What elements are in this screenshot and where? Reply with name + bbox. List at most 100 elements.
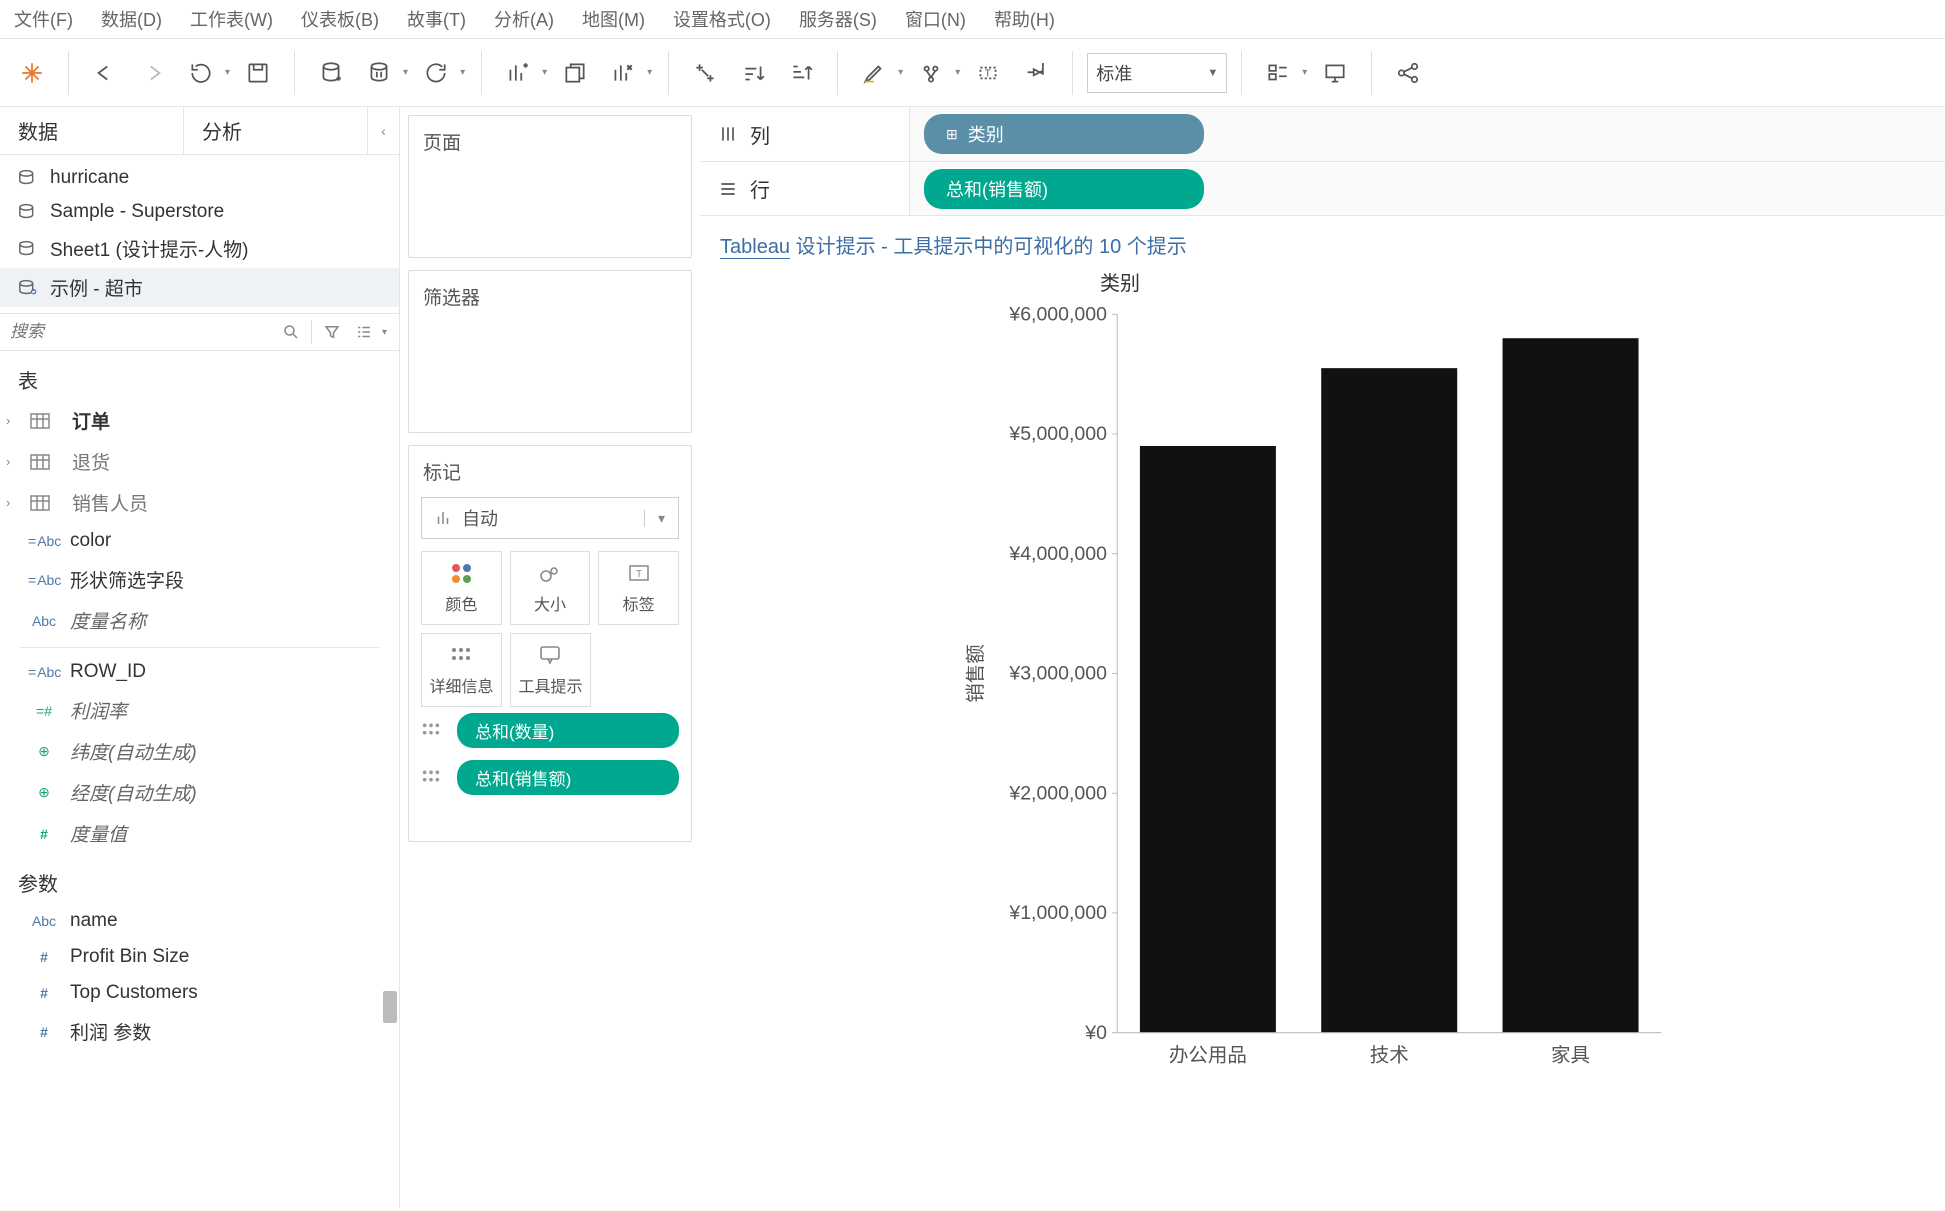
expand-icon[interactable]: › <box>6 454 20 469</box>
table-row[interactable]: ›订单 <box>0 400 399 441</box>
show-cards-button[interactable] <box>1256 51 1300 95</box>
detail-icon[interactable] <box>421 769 449 786</box>
share-button[interactable] <box>1386 51 1430 95</box>
tab-data[interactable]: 数据 <box>0 107 183 154</box>
redo-button[interactable] <box>131 51 175 95</box>
revert-button[interactable] <box>179 51 223 95</box>
rows-shelf[interactable]: 行 总和(销售额) <box>700 161 1945 215</box>
marks-pill-sales[interactable]: 总和(销售额) <box>457 760 679 795</box>
menu-server[interactable]: 服务器(S) <box>799 6 877 32</box>
dropdown-caret-icon[interactable]: ▾ <box>647 67 652 78</box>
svg-text:T: T <box>985 68 991 79</box>
menu-story[interactable]: 故事(T) <box>407 6 466 32</box>
dropdown-caret-icon[interactable]: ▾ <box>542 67 547 78</box>
table-row[interactable]: ›销售人员 <box>0 482 399 523</box>
refresh-button[interactable] <box>414 51 458 95</box>
marks-detail-button[interactable]: 详细信息 <box>421 633 502 707</box>
dropdown-caret-icon[interactable]: ▾ <box>225 67 230 78</box>
scrollbar-thumb[interactable] <box>383 991 397 1023</box>
field-row[interactable]: Abc度量名称 <box>0 600 399 641</box>
dropdown-caret-icon[interactable]: ▾ <box>955 67 960 78</box>
color-dots-icon <box>452 561 471 585</box>
mark-type-dropdown[interactable]: 自动 ▾ <box>421 497 679 539</box>
field-row[interactable]: ⊕经度(自动生成) <box>0 772 399 813</box>
undo-button[interactable] <box>83 51 127 95</box>
new-worksheet-button[interactable] <box>496 51 540 95</box>
new-datasource-button[interactable] <box>309 51 353 95</box>
menu-analysis[interactable]: 分析(A) <box>494 6 554 32</box>
menu-map[interactable]: 地图(M) <box>582 6 645 32</box>
label-icon: T <box>628 561 650 585</box>
mark-type-label: 自动 <box>462 505 498 531</box>
field-row[interactable]: #度量值 <box>0 813 399 854</box>
marks-pill-quantity[interactable]: 总和(数量) <box>457 713 679 748</box>
rows-icon <box>718 179 738 199</box>
tab-analysis[interactable]: 分析 <box>183 107 367 154</box>
datasource-item[interactable]: Sheet1 (设计提示-人物) <box>0 229 399 268</box>
duplicate-sheet-button[interactable] <box>553 51 597 95</box>
dropdown-caret-icon[interactable]: ▾ <box>898 67 903 78</box>
marks-color-button[interactable]: 颜色 <box>421 551 502 625</box>
save-button[interactable] <box>236 51 280 95</box>
marks-tooltip-button[interactable]: 工具提示 <box>510 633 591 707</box>
dropdown-caret-icon[interactable]: ▾ <box>403 67 408 78</box>
pages-card[interactable]: 页面 <box>408 115 692 258</box>
tableau-logo-icon[interactable] <box>10 51 54 95</box>
viz-column: 列 ⊞类别 行 总和(销售额) Tableau 设计提示 - 工具提示中的可视化… <box>700 107 1945 1208</box>
datasource-item[interactable]: hurricane <box>0 161 399 195</box>
plus-icon: ⊞ <box>946 126 958 143</box>
sort-asc-button[interactable] <box>731 51 775 95</box>
clear-sheet-button[interactable] <box>601 51 645 95</box>
parameter-row[interactable]: #Profit Bin Size <box>0 939 399 975</box>
menu-window[interactable]: 窗口(N) <box>905 6 966 32</box>
filters-card[interactable]: 筛选器 <box>408 270 692 433</box>
highlight-button[interactable] <box>852 51 896 95</box>
marks-size-button[interactable]: 大小 <box>510 551 591 625</box>
pin-button[interactable] <box>1014 51 1058 95</box>
field-row[interactable]: =#利润率 <box>0 690 399 731</box>
field-row[interactable]: ⊕纬度(自动生成) <box>0 731 399 772</box>
parameter-row[interactable]: #Top Customers <box>0 975 399 1011</box>
fit-dropdown[interactable]: 标准 ▼ <box>1087 53 1227 93</box>
chevron-down-icon[interactable]: ▾ <box>382 327 387 338</box>
pause-updates-button[interactable] <box>357 51 401 95</box>
field-row[interactable]: Abccolor <box>0 523 399 559</box>
marks-label-button[interactable]: T标签 <box>598 551 679 625</box>
menu-dashboard[interactable]: 仪表板(B) <box>301 6 379 32</box>
parameter-row[interactable]: Abcname <box>0 903 399 939</box>
parameter-row[interactable]: #利润 参数 <box>0 1011 399 1052</box>
view-options-icon[interactable] <box>352 320 376 344</box>
presentation-mode-button[interactable] <box>1313 51 1357 95</box>
menu-file[interactable]: 文件(F) <box>14 6 73 32</box>
menu-data[interactable]: 数据(D) <box>101 6 162 32</box>
expand-icon[interactable]: › <box>6 413 20 428</box>
columns-pill-category[interactable]: ⊞类别 <box>924 114 1204 154</box>
datasource-icon <box>18 203 40 221</box>
chart-column-header: 类别 <box>860 267 1380 296</box>
search-icon[interactable] <box>279 320 303 344</box>
rows-pill-sales[interactable]: 总和(销售额) <box>924 169 1204 209</box>
filter-icon[interactable] <box>320 320 344 344</box>
field-row[interactable]: AbcROW_ID <box>0 654 399 690</box>
datasource-item[interactable]: Sample - Superstore <box>0 195 399 229</box>
show-labels-button[interactable]: T <box>966 51 1010 95</box>
expand-icon[interactable]: › <box>6 495 20 510</box>
chevron-down-icon: ▾ <box>644 510 678 527</box>
sort-desc-button[interactable] <box>779 51 823 95</box>
swap-axes-button[interactable] <box>683 51 727 95</box>
viz-title[interactable]: Tableau 设计提示 - 工具提示中的可视化的 10 个提示 <box>720 230 1925 259</box>
detail-icon[interactable] <box>421 722 449 739</box>
field-row[interactable]: Abc形状筛选字段 <box>0 559 399 600</box>
menu-help[interactable]: 帮助(H) <box>994 6 1055 32</box>
datasource-item-active[interactable]: 示例 - 超市 <box>0 268 399 307</box>
columns-icon <box>718 124 738 144</box>
columns-shelf[interactable]: 列 ⊞类别 <box>700 107 1945 161</box>
dropdown-caret-icon[interactable]: ▾ <box>1302 67 1307 78</box>
dropdown-caret-icon[interactable]: ▾ <box>460 67 465 78</box>
menu-worksheet[interactable]: 工作表(W) <box>190 6 273 32</box>
menu-format[interactable]: 设置格式(O) <box>673 6 771 32</box>
search-input[interactable] <box>10 322 271 342</box>
table-row[interactable]: ›退货 <box>0 441 399 482</box>
collapse-pane-button[interactable]: ‹ <box>367 107 399 154</box>
group-button[interactable] <box>909 51 953 95</box>
